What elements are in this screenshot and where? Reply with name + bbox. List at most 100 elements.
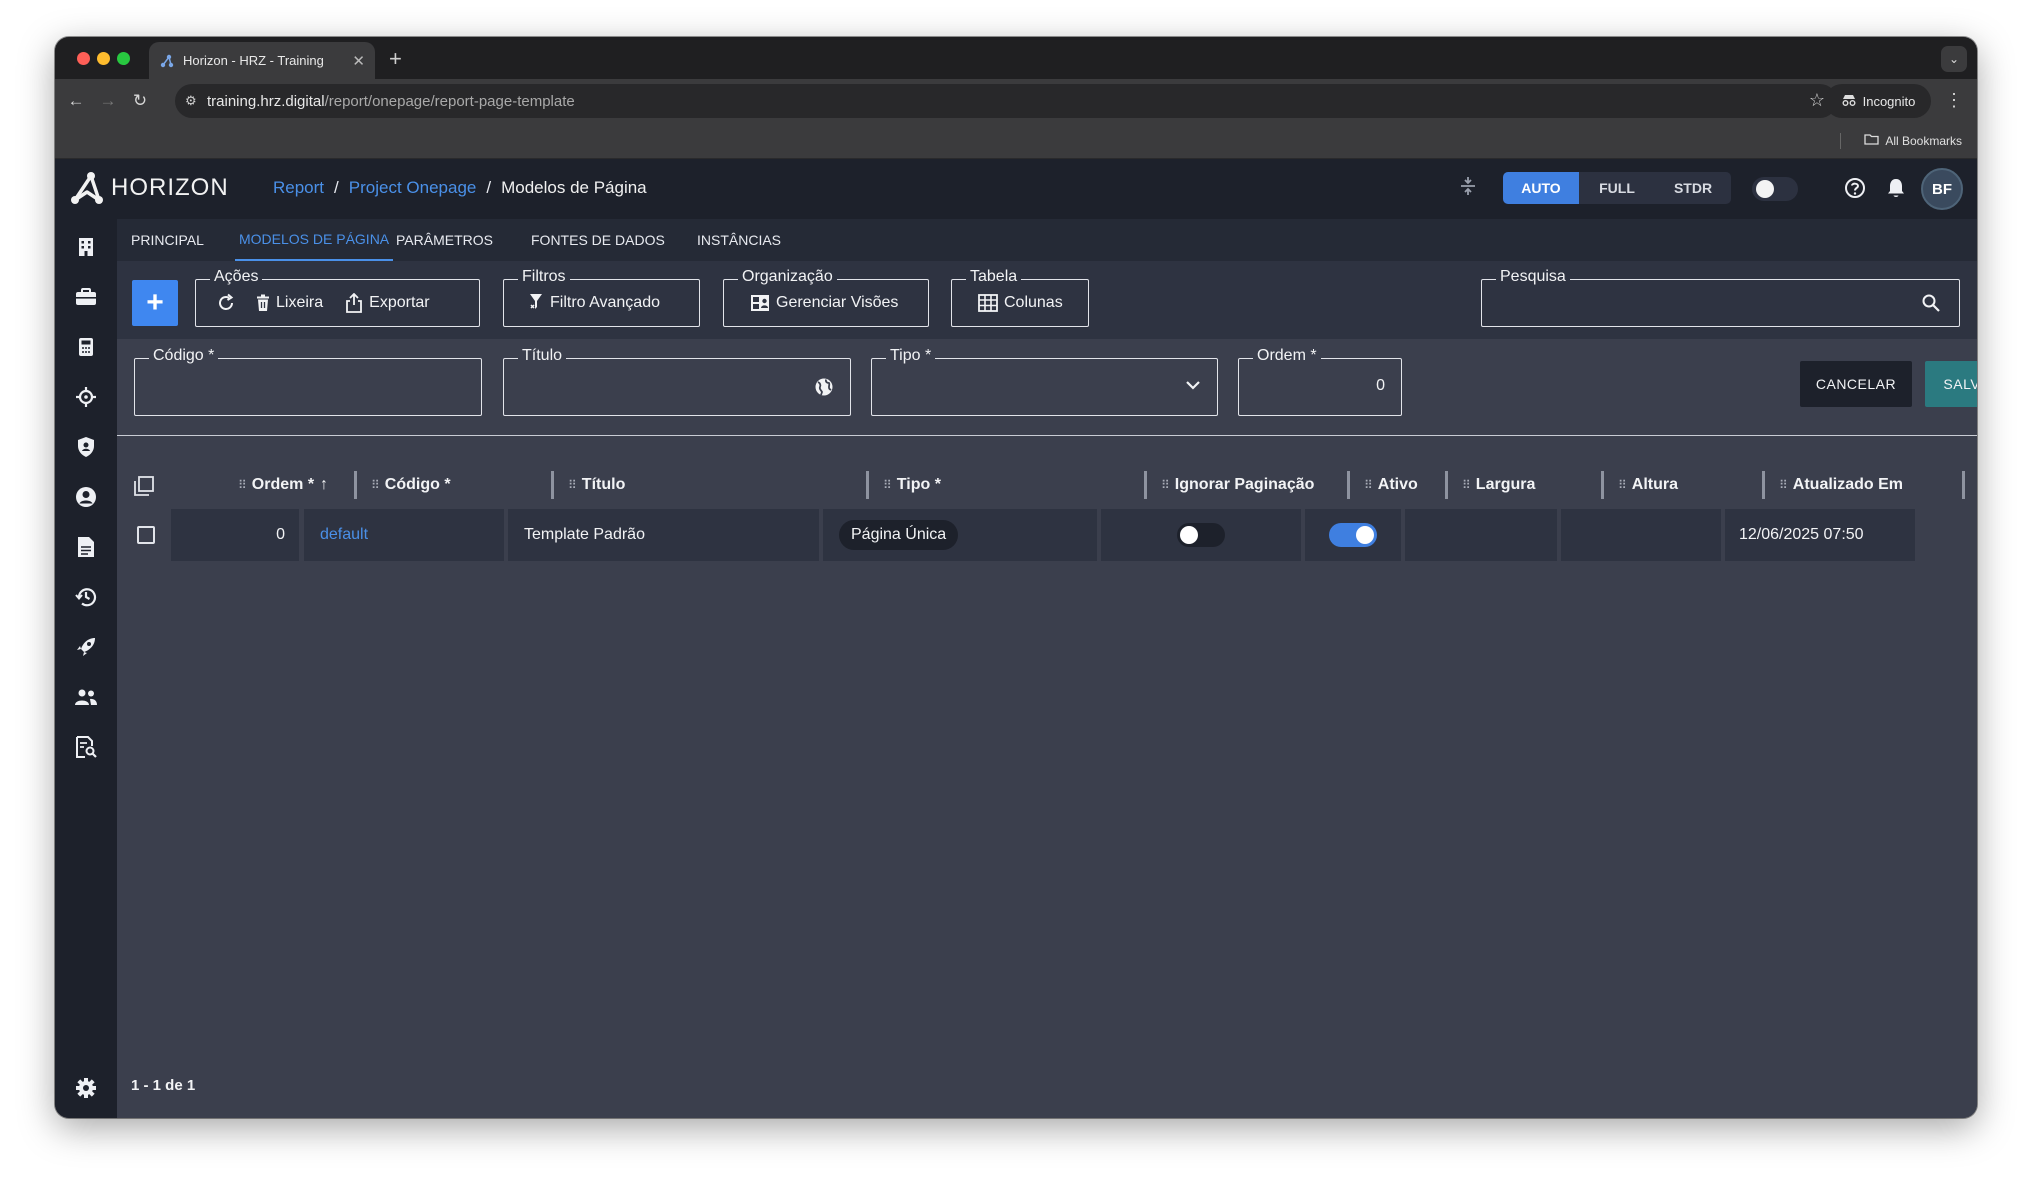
save-button[interactable]: SALVAR xyxy=(1925,361,1977,407)
search-field[interactable]: Pesquisa xyxy=(1481,268,1960,327)
history-icon[interactable] xyxy=(72,583,100,611)
chrome-menu-icon[interactable]: ⋮ xyxy=(1945,91,1963,109)
cell-altura xyxy=(1561,509,1721,561)
column-header-tipo[interactable]: ⠿ Tipo * xyxy=(883,467,941,503)
cancel-button[interactable]: CANCELAR xyxy=(1800,361,1912,407)
ignore-pagination-toggle[interactable] xyxy=(1177,523,1225,547)
column-resize-handle[interactable] xyxy=(866,471,869,499)
columns-button[interactable]: Colunas xyxy=(978,294,1063,312)
calculator-icon[interactable] xyxy=(72,333,100,361)
title-field[interactable]: Título xyxy=(503,347,851,416)
help-icon[interactable] xyxy=(1841,174,1869,202)
column-resize-handle[interactable] xyxy=(1144,471,1147,499)
code-field[interactable]: Código * xyxy=(134,347,482,416)
app-header: HORIZON Report / Project Onepage / Model… xyxy=(55,159,1977,219)
avatar[interactable]: BF xyxy=(1921,168,1963,210)
tab-search-button[interactable]: ⌄ xyxy=(1941,46,1967,72)
density-auto-button[interactable]: AUTO xyxy=(1503,172,1579,204)
chevron-down-icon[interactable] xyxy=(1185,377,1201,398)
browser-tab[interactable]: Horizon - HRZ - Training ✕ xyxy=(149,42,375,79)
breadcrumb-project-onepage[interactable]: Project Onepage xyxy=(349,178,477,198)
bookmark-star-icon[interactable]: ☆ xyxy=(1809,90,1825,111)
drag-handle-icon[interactable]: ⠿ xyxy=(371,478,380,492)
tab-principal[interactable]: PRINCIPAL xyxy=(131,219,204,261)
incognito-badge[interactable]: Incognito xyxy=(1825,84,1931,118)
column-resize-handle[interactable] xyxy=(1962,471,1965,499)
reload-icon[interactable]: ↻ xyxy=(127,88,153,114)
drag-handle-icon[interactable]: ⠿ xyxy=(238,478,247,492)
theme-toggle[interactable] xyxy=(1752,177,1798,201)
density-full-button[interactable]: FULL xyxy=(1579,172,1655,204)
briefcase-icon[interactable] xyxy=(72,283,100,311)
density-stdr-button[interactable]: STDR xyxy=(1655,172,1731,204)
close-window-button[interactable] xyxy=(77,52,90,65)
shield-icon[interactable] xyxy=(72,433,100,461)
column-resize-handle[interactable] xyxy=(354,471,357,499)
export-button[interactable]: Exportar xyxy=(345,293,430,313)
rocket-icon[interactable] xyxy=(72,633,100,661)
column-header-ordem[interactable]: ⠿ Ordem * ↑ xyxy=(238,467,328,503)
tab-modelos-de-pagina[interactable]: MODELOS DE PÁGINA xyxy=(235,219,394,261)
tab-parametros[interactable]: PARÂMETROS xyxy=(396,219,493,261)
add-button[interactable]: + xyxy=(132,280,178,326)
document-icon[interactable] xyxy=(72,533,100,561)
search-icon[interactable] xyxy=(1921,293,1941,318)
tab-instancias[interactable]: INSTÂNCIAS xyxy=(697,219,781,261)
density-icon[interactable] xyxy=(1458,176,1478,202)
column-header-altura[interactable]: ⠿ Altura xyxy=(1618,467,1678,503)
address-bar[interactable]: ⚙ training.hrz.digital/report/onepage/re… xyxy=(175,84,1837,118)
building-icon[interactable] xyxy=(72,233,100,261)
drag-handle-icon[interactable]: ⠿ xyxy=(1618,478,1627,492)
column-resize-handle[interactable] xyxy=(1445,471,1448,499)
forward-icon[interactable]: → xyxy=(95,88,121,114)
maximize-window-button[interactable] xyxy=(117,52,130,65)
advanced-filter-button[interactable]: Filtro Avançado xyxy=(528,293,660,313)
minimize-window-button[interactable] xyxy=(97,52,110,65)
refresh-button[interactable] xyxy=(216,293,236,313)
column-resize-handle[interactable] xyxy=(551,471,554,499)
globe-icon[interactable] xyxy=(814,377,834,402)
drag-handle-icon[interactable]: ⠿ xyxy=(1364,478,1373,492)
people-icon[interactable] xyxy=(72,683,100,711)
drag-handle-icon[interactable]: ⠿ xyxy=(1161,478,1170,492)
select-all-icon[interactable] xyxy=(134,476,154,501)
column-header-codigo[interactable]: ⠿ Código * xyxy=(371,467,451,503)
breadcrumb-report[interactable]: Report xyxy=(273,178,324,198)
all-bookmarks-button[interactable]: All Bookmarks xyxy=(1864,133,1962,148)
column-resize-handle[interactable] xyxy=(1347,471,1350,499)
drag-handle-icon[interactable]: ⠿ xyxy=(1779,478,1788,492)
row-checkbox[interactable] xyxy=(137,526,155,544)
notifications-bell-icon[interactable] xyxy=(1882,174,1910,202)
active-toggle[interactable] xyxy=(1329,523,1377,547)
tab-fontes-de-dados[interactable]: FONTES DE DADOS xyxy=(531,219,665,261)
crosshair-icon[interactable] xyxy=(72,383,100,411)
cell-tipo: Página Única xyxy=(823,509,1097,561)
close-tab-icon[interactable]: ✕ xyxy=(352,52,365,70)
search-document-icon[interactable] xyxy=(72,733,100,761)
column-resize-handle[interactable] xyxy=(1762,471,1765,499)
column-header-largura[interactable]: ⠿ Largura xyxy=(1462,467,1535,503)
drag-handle-icon[interactable]: ⠿ xyxy=(1462,478,1471,492)
order-field[interactable]: Ordem * 0 xyxy=(1238,347,1402,416)
gear-icon[interactable] xyxy=(72,1074,100,1102)
column-resize-handle[interactable] xyxy=(1601,471,1604,499)
trash-button[interactable]: Lixeira xyxy=(256,294,323,312)
order-input[interactable]: 0 xyxy=(1376,377,1385,395)
sort-ascending-icon[interactable]: ↑ xyxy=(320,476,328,494)
column-header-ignorar-paginacao[interactable]: ⠿ Ignorar Paginação xyxy=(1161,467,1314,503)
export-label: Exportar xyxy=(369,294,430,311)
type-select[interactable]: Tipo * xyxy=(871,347,1218,416)
cell-codigo-link[interactable]: default xyxy=(304,509,504,561)
column-header-titulo[interactable]: ⠿ Título xyxy=(568,467,625,503)
column-header-ativo[interactable]: ⠿ Ativo xyxy=(1364,467,1418,503)
account-circle-icon[interactable] xyxy=(72,483,100,511)
horizon-logo[interactable]: HORIZON xyxy=(69,170,229,206)
manage-views-button[interactable]: Gerenciar Visões xyxy=(750,294,898,312)
drag-handle-icon[interactable]: ⠿ xyxy=(568,478,577,492)
drag-handle-icon[interactable]: ⠿ xyxy=(883,478,892,492)
type-label: Tipo * xyxy=(886,347,936,365)
column-header-atualizado-em[interactable]: ⠿ Atualizado Em xyxy=(1779,467,1903,503)
new-tab-button[interactable]: + xyxy=(389,46,402,72)
site-settings-icon[interactable]: ⚙ xyxy=(185,93,207,109)
back-icon[interactable]: ← xyxy=(63,88,89,114)
